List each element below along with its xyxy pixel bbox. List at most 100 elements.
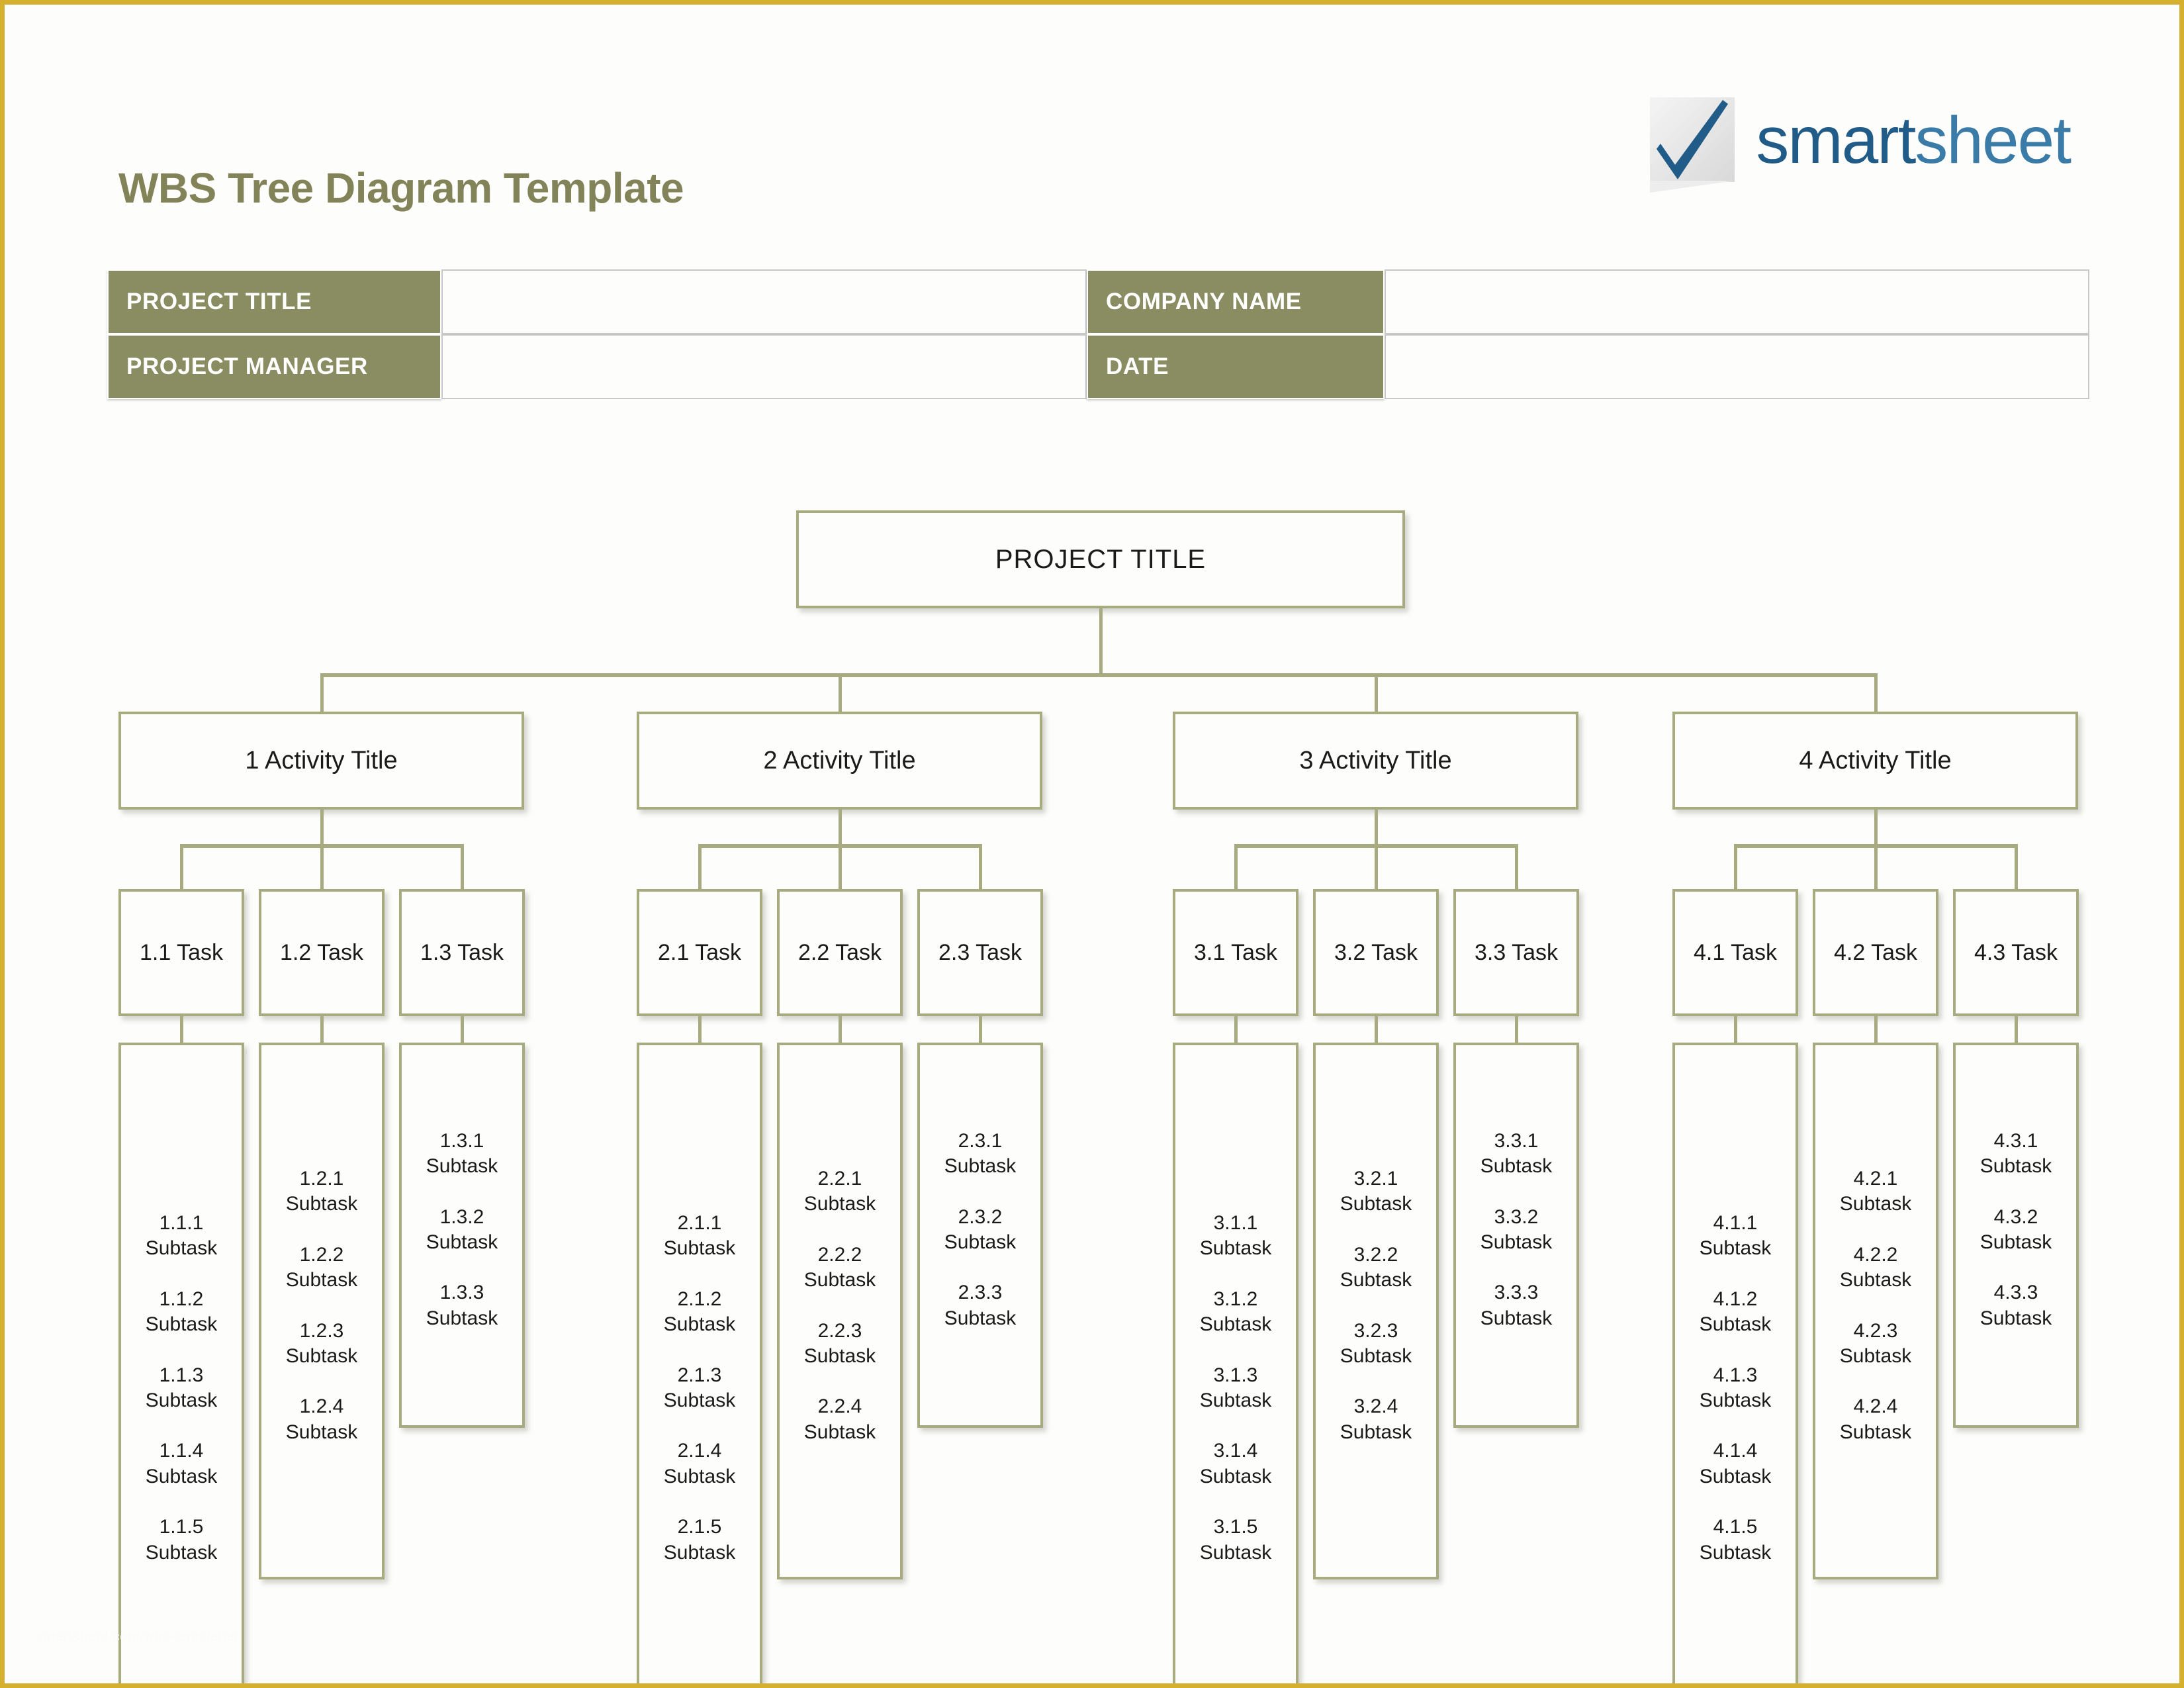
tree-node-task[interactable]: 3.3 Task <box>1453 889 1579 1016</box>
subtask-label: Subtask <box>285 1269 358 1291</box>
tree-node-task[interactable]: 2.3 Task <box>917 889 1043 1016</box>
subtask-label: Subtask <box>145 1237 218 1260</box>
subtask-number: 1.3.3 <box>439 1282 484 1304</box>
subtask-label: Subtask <box>1199 1541 1272 1564</box>
subtask-number: 3.2.3 <box>1353 1319 1398 1342</box>
tree-node-task[interactable]: 3.2 Task <box>1313 889 1439 1016</box>
subtask-number: 3.2.1 <box>1353 1167 1398 1190</box>
subtask-label: Subtask <box>145 1465 218 1487</box>
subtask-number: 2.2.2 <box>817 1243 862 1266</box>
tree-node-subtask-group[interactable]: 4.1.1 Subtask 4.1.2 Subtask 4.1.3 Subtask 4.1.… <box>1672 1043 1798 1683</box>
connector-task-drop <box>1734 844 1737 889</box>
subtask-item: 1.1.5 Subtask <box>121 1515 242 1566</box>
subtask-item: 2.1.3 Subtask <box>639 1363 760 1414</box>
subtask-number: 3.2.2 <box>1353 1243 1398 1266</box>
tree-node-subtask-group[interactable]: 2.1.1 Subtask 2.1.2 Subtask 2.1.3 Subtask 2.1.… <box>637 1043 762 1683</box>
subtask-label: Subtask <box>663 1313 736 1336</box>
subtask-label: Subtask <box>1199 1389 1272 1411</box>
connector-subtask-drop <box>698 1016 702 1043</box>
subtask-number: 3.1.5 <box>1213 1516 1258 1538</box>
tree-node-task[interactable]: 2.1 Task <box>637 889 762 1016</box>
tree-node-task-label: 1.3 Task <box>420 939 504 965</box>
subtask-number: 3.3.1 <box>1494 1129 1539 1152</box>
tree-node-root[interactable]: PROJECT TITLE <box>796 510 1405 608</box>
subtask-number: 3.3.2 <box>1494 1205 1539 1228</box>
connector-task-drop <box>698 844 702 889</box>
subtask-number: 4.1.4 <box>1713 1440 1758 1462</box>
subtask-item: 2.2.2 Subtask <box>780 1243 900 1293</box>
subtask-item: 3.2.1 Subtask <box>1316 1166 1436 1217</box>
subtask-number: 2.3.2 <box>958 1205 1003 1228</box>
subtask-item: 3.3.1 Subtask <box>1456 1129 1576 1180</box>
tree-node-subtask-group[interactable]: 2.3.1 Subtask 2.3.2 Subtask 2.3.3 Subtask <box>917 1043 1043 1428</box>
tree-node-activity[interactable]: 3 Activity Title <box>1173 712 1578 810</box>
tree-node-task-label: 2.2 Task <box>797 939 882 965</box>
subtask-label: Subtask <box>663 1389 736 1411</box>
tree-node-activity-label: 2 Activity Title <box>763 746 916 774</box>
subtask-item: 3.1.2 Subtask <box>1175 1287 1296 1338</box>
subtask-label: Subtask <box>944 1231 1017 1253</box>
subtask-number: 3.1.4 <box>1213 1440 1258 1462</box>
tree-node-subtask-group[interactable]: 2.2.1 Subtask 2.2.2 Subtask 2.2.3 Subtask 2.2.… <box>777 1043 903 1579</box>
subtask-item: 1.3.1 Subtask <box>402 1129 522 1180</box>
tree-node-task[interactable]: 2.2 Task <box>777 889 903 1016</box>
connector-activity-drop <box>320 673 324 712</box>
subtask-label: Subtask <box>1979 1307 2052 1329</box>
subtask-label: Subtask <box>1199 1237 1272 1260</box>
tree-node-subtask-group[interactable]: 1.2.1 Subtask 1.2.2 Subtask 1.2.3 Subtask 1.2.… <box>259 1043 385 1579</box>
tree-node-task[interactable]: 4.1 Task <box>1672 889 1798 1016</box>
subtask-label: Subtask <box>1699 1541 1772 1564</box>
subtask-number: 1.3.1 <box>439 1129 484 1152</box>
tree-node-task[interactable]: 1.3 Task <box>399 889 525 1016</box>
tree-node-subtask-group[interactable]: 1.1.1 Subtask 1.1.2 Subtask 1.1.3 Subtask 1.1.… <box>118 1043 244 1683</box>
connector-subtask-drop <box>180 1016 183 1043</box>
subtask-label: Subtask <box>1340 1269 1412 1291</box>
subtask-label: Subtask <box>944 1155 1017 1178</box>
tree-node-subtask-group[interactable]: 3.1.1 Subtask 3.1.2 Subtask 3.1.3 Subtask 3.1.… <box>1173 1043 1298 1683</box>
subtask-label: Subtask <box>663 1237 736 1260</box>
tree-node-activity[interactable]: 4 Activity Title <box>1672 712 2078 810</box>
subtask-label: Subtask <box>1839 1421 1912 1443</box>
connector-root-stem <box>1099 608 1103 673</box>
subtask-label: Subtask <box>663 1465 736 1487</box>
connector-activity-stem <box>838 810 842 844</box>
subtask-item: 3.1.4 Subtask <box>1175 1438 1296 1489</box>
subtask-label: Subtask <box>426 1231 498 1253</box>
footer-note: smartsheet.com/wbs-templates <box>36 1629 238 1644</box>
tree-node-subtask-group[interactable]: 1.3.1 Subtask 1.3.2 Subtask 1.3.3 Subtask <box>399 1043 525 1428</box>
page-canvas: WBS Tree Diagram Template smartsheet PRO… <box>0 0 2184 1688</box>
subtask-item: 4.1.1 Subtask <box>1675 1211 1796 1262</box>
tree-node-task[interactable]: 3.1 Task <box>1173 889 1298 1016</box>
connector-subtask-drop <box>320 1016 324 1043</box>
tree-node-subtask-group[interactable]: 3.3.1 Subtask 3.3.2 Subtask 3.3.3 Subtask <box>1453 1043 1579 1428</box>
subtask-label: Subtask <box>1340 1193 1412 1215</box>
subtask-label: Subtask <box>145 1389 218 1411</box>
tree-node-activity[interactable]: 2 Activity Title <box>637 712 1042 810</box>
subtask-item: 1.3.3 Subtask <box>402 1280 522 1331</box>
subtask-item: 3.2.4 Subtask <box>1316 1394 1436 1445</box>
subtask-number: 4.2.3 <box>1853 1319 1898 1342</box>
tree-node-task-label: 4.2 Task <box>1833 939 1917 965</box>
tree-node-subtask-group[interactable]: 4.2.1 Subtask 4.2.2 Subtask 4.2.3 Subtask 4.2.… <box>1813 1043 1938 1579</box>
subtask-label: Subtask <box>145 1313 218 1336</box>
tree-node-task[interactable]: 1.1 Task <box>118 889 244 1016</box>
subtask-number: 4.3.1 <box>1993 1129 2038 1152</box>
subtask-number: 4.1.5 <box>1713 1516 1758 1538</box>
connector-task-drop <box>1874 844 1878 889</box>
subtask-number: 2.1.1 <box>677 1212 722 1235</box>
tree-node-subtask-group[interactable]: 4.3.1 Subtask 4.3.2 Subtask 4.3.3 Subtask <box>1953 1043 2079 1428</box>
subtask-item: 3.2.3 Subtask <box>1316 1319 1436 1370</box>
tree-node-task[interactable]: 1.2 Task <box>259 889 385 1016</box>
subtask-number: 1.2.2 <box>299 1243 344 1266</box>
tree-node-subtask-group[interactable]: 3.2.1 Subtask 3.2.2 Subtask 3.2.3 Subtask 3.2.… <box>1313 1043 1439 1579</box>
subtask-number: 1.1.5 <box>159 1516 204 1538</box>
tree-node-task[interactable]: 4.2 Task <box>1813 889 1938 1016</box>
subtask-item: 2.3.2 Subtask <box>920 1205 1040 1256</box>
subtask-label: Subtask <box>1480 1307 1553 1329</box>
subtask-label: Subtask <box>1699 1313 1772 1336</box>
subtask-number: 2.3.1 <box>958 1129 1003 1152</box>
tree-node-task[interactable]: 4.3 Task <box>1953 889 2079 1016</box>
subtask-item: 4.1.3 Subtask <box>1675 1363 1796 1414</box>
subtask-item: 2.2.4 Subtask <box>780 1394 900 1445</box>
tree-node-activity[interactable]: 1 Activity Title <box>118 712 524 810</box>
